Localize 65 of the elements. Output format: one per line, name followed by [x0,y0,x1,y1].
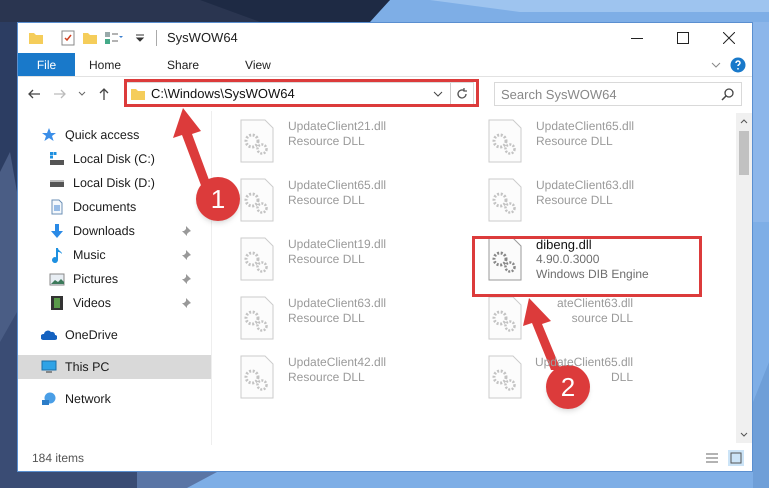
sidebar-item[interactable]: Quick access [18,123,148,147]
ribbon-tab[interactable]: View [231,53,285,76]
sidebar-item[interactable]: Network [18,387,119,411]
music-note-icon [49,247,65,263]
picture-icon [49,271,65,287]
file-description: Resource DLL [288,134,365,149]
sidebar-item[interactable]: This PC [18,355,211,379]
gear-file-icon [488,296,522,340]
gear-file-icon [240,237,274,281]
file-name[interactable]: dibeng.dll [536,237,592,252]
file-description: Resource DLL [288,252,365,267]
scroll-down-icon[interactable] [740,431,748,439]
ribbon-tab[interactable]: Home [75,53,136,76]
sidebar-item[interactable]: Videos [18,291,196,315]
ribbon-tab[interactable]: File [18,53,75,76]
download-arrow-icon [49,223,65,239]
properties-icon[interactable] [60,30,76,46]
ribbon-tab[interactable]: Share [153,53,214,76]
address-bar[interactable]: C:\Windows\SysWOW64 [124,82,474,106]
file-description: Windows DIB Engine [536,267,649,282]
file-description: Resource DLL [288,193,365,208]
sidebar-item[interactable]: OneDrive [18,323,126,347]
sidebar-item[interactable]: Documents [18,195,144,219]
maximize-icon [677,32,689,44]
sidebar-item[interactable]: Downloads [18,219,196,243]
gear-file-icon [488,119,522,163]
sidebar-item[interactable]: Pictures [18,267,196,291]
file-description: Resource DLL [288,370,365,385]
document-icon [49,199,65,215]
dropdown-icon[interactable] [134,32,146,44]
drive-icon [49,180,65,186]
help-icon[interactable] [730,56,746,72]
gear-file-icon [240,178,274,222]
window-title: SysWOW64 [167,29,238,48]
file-description: DLL [610,370,633,385]
search-icon[interactable] [721,87,735,101]
gear-file-icon [240,119,274,163]
scroll-up-icon[interactable] [740,117,748,125]
file-description: source DLL [572,311,633,326]
sidebar-item[interactable]: Local Disk (C:) [18,147,163,171]
large-icons-view-icon[interactable] [728,450,744,466]
gear-file-icon [488,178,522,222]
sidebar-item[interactable]: Music [18,243,196,267]
gear-file-icon [488,237,522,281]
item-count: 184 items [32,450,84,467]
gear-file-icon [240,296,274,340]
recent-dropdown-icon[interactable] [78,90,86,98]
file-description: Resource DLL [288,311,365,326]
film-icon [49,295,65,311]
file-description: Resource DLL [536,134,613,149]
gear-file-icon [240,355,274,399]
scrollbar[interactable] [736,113,752,443]
drive-icon [49,151,65,167]
folder-icon [28,30,44,46]
search-field[interactable]: Search SysWOW64 [494,82,742,106]
sidebar-item[interactable]: Local Disk (D:) [18,171,163,195]
scroll-thumb[interactable] [739,131,749,175]
star-icon [41,127,57,143]
gear-file-icon [488,355,522,399]
file-description: Resource DLL [536,193,613,208]
monitor-icon [41,359,57,375]
file-description: 4.90.0.3000 [536,252,600,267]
folder-icon [130,86,146,102]
list-view-icon[interactable] [104,30,124,46]
close-icon [723,32,735,44]
